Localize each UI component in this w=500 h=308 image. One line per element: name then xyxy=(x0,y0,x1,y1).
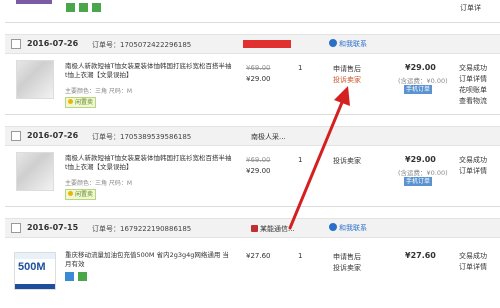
arrow-head xyxy=(334,86,350,106)
annotation-arrow xyxy=(288,86,350,230)
arrow-shaft xyxy=(288,98,345,230)
